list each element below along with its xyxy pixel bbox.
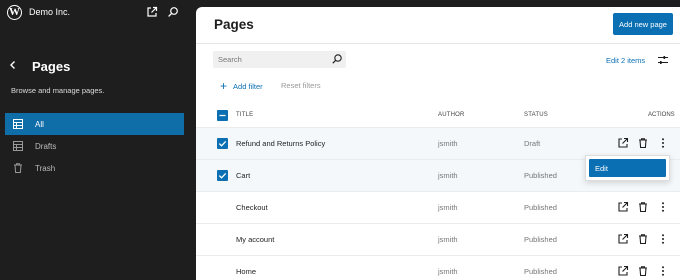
table-header: TITLE AUTHOR STATUS ACTIONS bbox=[196, 102, 680, 128]
search-box bbox=[213, 51, 346, 68]
sidebar-item-label: All bbox=[35, 119, 44, 129]
view-external-icon[interactable] bbox=[617, 137, 629, 149]
add-filter-button[interactable]: + Add filter bbox=[220, 80, 263, 92]
row-title[interactable]: Checkout bbox=[236, 203, 268, 212]
column-header-actions: ACTIONS bbox=[648, 112, 675, 118]
reset-filters-button[interactable]: Reset filters bbox=[281, 81, 321, 90]
row-author: jsmith bbox=[438, 203, 458, 212]
trash-icon[interactable] bbox=[637, 137, 649, 149]
trash-icon[interactable] bbox=[637, 233, 649, 245]
pages-panel: Pages Add new page Edit 2 items + Add fi… bbox=[196, 7, 680, 280]
view-options-icon[interactable] bbox=[657, 54, 669, 66]
trash-icon[interactable] bbox=[637, 201, 649, 213]
external-link-icon[interactable] bbox=[146, 6, 158, 18]
row-title[interactable]: Home bbox=[236, 267, 256, 276]
add-new-page-button[interactable]: Add new page bbox=[613, 13, 673, 35]
actions-dropdown-menu: Edit bbox=[585, 155, 670, 181]
view-external-icon[interactable] bbox=[617, 233, 629, 245]
row-title[interactable]: Refund and Returns Policy bbox=[236, 139, 325, 148]
sidebar-item-label: Trash bbox=[35, 163, 56, 173]
row-checkbox[interactable] bbox=[217, 138, 228, 149]
view-external-icon[interactable] bbox=[617, 201, 629, 213]
search-icon[interactable] bbox=[167, 6, 179, 18]
trash-icon bbox=[12, 162, 24, 174]
row-author: jsmith bbox=[438, 171, 458, 180]
table-row[interactable]: My account jsmith Published bbox=[196, 223, 680, 255]
more-actions-icon[interactable] bbox=[657, 137, 669, 149]
add-filter-label: Add filter bbox=[233, 81, 263, 91]
sidebar-item-drafts[interactable]: Drafts bbox=[5, 135, 184, 157]
sidebar-item-label: Drafts bbox=[35, 141, 57, 151]
sidebar-item-all[interactable]: All bbox=[5, 113, 184, 135]
more-actions-icon[interactable] bbox=[657, 201, 669, 213]
row-title[interactable]: My account bbox=[236, 235, 274, 244]
row-status: Published bbox=[524, 171, 557, 180]
search-icon[interactable] bbox=[331, 53, 343, 65]
trash-icon[interactable] bbox=[637, 265, 649, 277]
back-chevron-icon[interactable] bbox=[7, 59, 19, 71]
row-author: jsmith bbox=[438, 139, 458, 148]
plus-icon: + bbox=[220, 79, 228, 93]
column-header-title[interactable]: TITLE bbox=[236, 112, 253, 118]
sidebar: W Demo Inc. Pages Browse and manage page… bbox=[0, 0, 196, 280]
select-all-checkbox[interactable] bbox=[217, 110, 228, 121]
row-status: Published bbox=[524, 235, 557, 244]
column-header-status[interactable]: STATUS bbox=[524, 112, 548, 118]
site-name[interactable]: Demo Inc. bbox=[29, 7, 70, 17]
topbar: W Demo Inc. bbox=[0, 0, 196, 26]
view-external-icon[interactable] bbox=[617, 265, 629, 277]
row-checkbox[interactable] bbox=[217, 170, 228, 181]
divider bbox=[196, 43, 680, 44]
row-author: jsmith bbox=[438, 235, 458, 244]
column-header-author[interactable]: AUTHOR bbox=[438, 112, 465, 118]
row-status: Published bbox=[524, 203, 557, 212]
row-title[interactable]: Cart bbox=[236, 171, 250, 180]
pages-icon bbox=[12, 118, 24, 130]
search-input[interactable] bbox=[213, 51, 328, 68]
table-row[interactable]: Checkout jsmith Published bbox=[196, 191, 680, 223]
sidebar-item-trash[interactable]: Trash bbox=[5, 157, 184, 179]
wordpress-logo-icon[interactable]: W bbox=[7, 5, 22, 20]
drafts-icon bbox=[12, 140, 24, 152]
sidebar-description: Browse and manage pages. bbox=[11, 86, 105, 95]
table-row[interactable]: Home jsmith Published bbox=[196, 255, 680, 280]
more-actions-icon[interactable] bbox=[657, 233, 669, 245]
row-status: Draft bbox=[524, 139, 541, 148]
dropdown-item-edit[interactable]: Edit bbox=[589, 159, 666, 177]
more-actions-icon[interactable] bbox=[657, 265, 669, 277]
row-author: jsmith bbox=[438, 267, 458, 276]
page-title: Pages bbox=[214, 17, 254, 32]
row-status: Published bbox=[524, 267, 557, 276]
sidebar-title: Pages bbox=[32, 59, 71, 74]
edit-items-button[interactable]: Edit 2 items bbox=[606, 56, 645, 65]
